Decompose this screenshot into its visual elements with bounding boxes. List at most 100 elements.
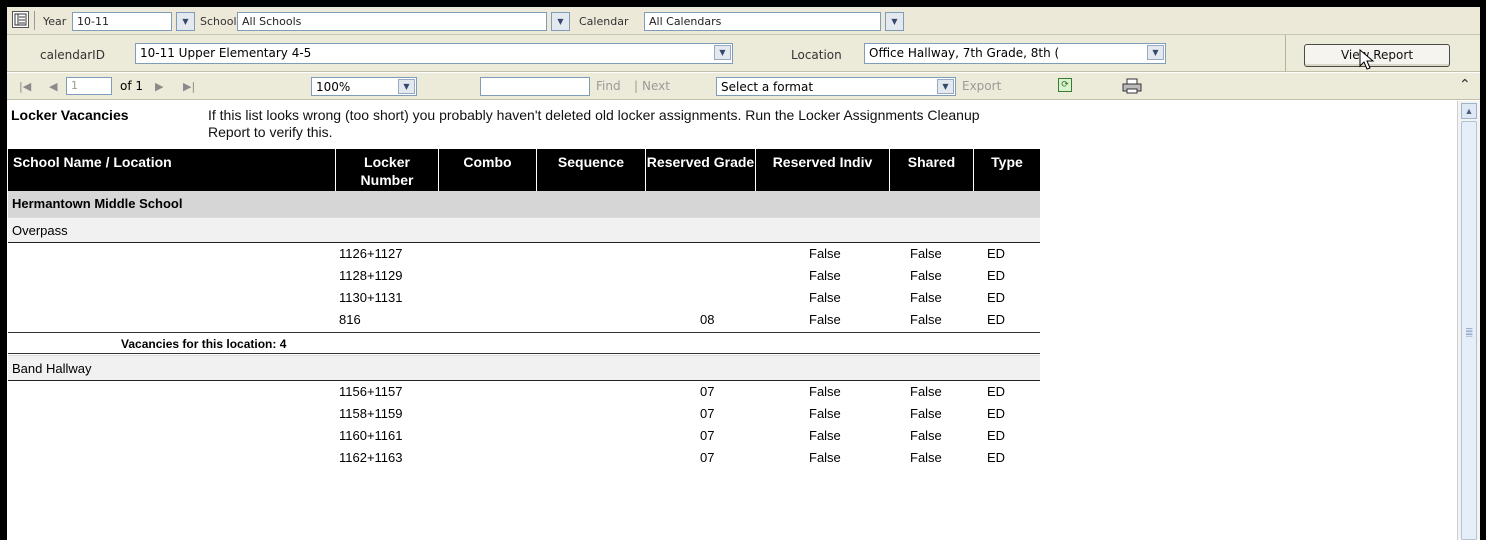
location-vacancy-total: Vacancies for this location: 4	[8, 332, 1040, 354]
col-shared: Shared	[890, 149, 974, 191]
reserved-indiv-cell: False	[809, 268, 841, 283]
location-value: Office Hallway, 7th Grade, 8th (	[869, 46, 1060, 60]
find-link[interactable]: Find	[596, 79, 621, 93]
report-viewer-window: Year 10-11 ▼ School All Schools ▼ Calend…	[7, 7, 1480, 540]
school-dropdown-icon[interactable]: ▼	[551, 12, 570, 31]
previous-page-icon[interactable]: ◀	[49, 80, 57, 93]
calendar-value: All Calendars	[649, 15, 722, 28]
location-group-row: Band Hallway	[8, 355, 1040, 381]
table-row: 1126+1127 False False ED	[8, 243, 1040, 265]
type-cell: ED	[987, 312, 1006, 327]
school-group-row: Hermantown Middle School	[8, 191, 1040, 217]
collapse-toolbar-icon[interactable]: ⌃	[1459, 77, 1471, 93]
locker-number-cell: 1128+1129	[339, 268, 403, 283]
reserved-indiv-cell: False	[809, 428, 841, 443]
calendarid-dropdown-icon[interactable]: ▼	[714, 45, 731, 60]
table-row: 1128+1129 False False ED	[8, 265, 1040, 287]
report-toolbar: |◀ ◀ 1 of 1 ▶ ▶| 100% ▼ Find | Next Sele…	[7, 73, 1480, 100]
export-link[interactable]: Export	[962, 79, 1001, 93]
type-cell: ED	[987, 428, 1006, 443]
year-value: 10-11	[77, 15, 109, 28]
reserved-indiv-cell: False	[809, 290, 841, 305]
type-cell: ED	[987, 246, 1006, 261]
find-separator: |	[634, 79, 639, 93]
table-row: 816 08 False False ED	[8, 309, 1040, 331]
calendar-dropdown-icon[interactable]: ▼	[885, 12, 904, 31]
calendar-label: Calendar	[579, 15, 629, 28]
calendarid-label: calendarID	[40, 48, 105, 62]
shared-cell: False	[910, 428, 942, 443]
next-page-icon[interactable]: ▶	[155, 80, 163, 93]
location-select[interactable]: Office Hallway, 7th Grade, 8th ( ▼	[864, 43, 1166, 64]
report-note: If this list looks wrong (too short) you…	[208, 107, 980, 140]
shared-cell: False	[910, 290, 942, 305]
mouse-cursor-icon	[1359, 49, 1375, 70]
toggle-parameters-icon[interactable]	[12, 11, 29, 28]
zoom-value: 100%	[316, 80, 351, 94]
type-cell: ED	[987, 406, 1006, 421]
reserved-indiv-cell: False	[809, 450, 841, 465]
print-icon[interactable]	[1122, 78, 1142, 94]
scroll-grip-icon: ═ ═ ═	[1466, 324, 1473, 340]
first-page-icon[interactable]: |◀	[19, 80, 31, 93]
calendar-select[interactable]: All Calendars	[644, 12, 881, 31]
year-label: Year	[43, 15, 67, 28]
export-format-select[interactable]: Select a format ▼	[716, 77, 956, 96]
school-select[interactable]: All Schools	[237, 12, 547, 31]
next-link[interactable]: Next	[642, 79, 670, 93]
zoom-select[interactable]: 100% ▼	[311, 77, 417, 96]
shared-cell: False	[910, 268, 942, 283]
scrollbar-thumb[interactable]: ═ ═ ═	[1461, 121, 1477, 540]
type-cell: ED	[987, 290, 1006, 305]
locker-number-cell: 1162+1163	[339, 450, 403, 465]
export-format-dropdown-icon[interactable]: ▼	[937, 79, 954, 94]
page-number-input[interactable]: 1	[66, 77, 112, 95]
col-type: Type	[991, 154, 1023, 170]
locker-number-cell: 1126+1127	[339, 246, 403, 261]
scroll-up-icon[interactable]: ▲	[1461, 103, 1477, 119]
locker-number-cell: 1160+1161	[339, 428, 403, 443]
reserved-grade-cell: 07	[700, 406, 715, 421]
last-page-icon[interactable]: ▶|	[183, 80, 195, 93]
year-dropdown-icon[interactable]: ▼	[176, 12, 195, 31]
shared-cell: False	[910, 246, 942, 261]
reserved-indiv-cell: False	[809, 312, 841, 327]
type-cell: ED	[987, 450, 1006, 465]
vertical-scrollbar[interactable]: ▲ ═ ═ ═	[1457, 101, 1480, 540]
zoom-dropdown-icon[interactable]: ▼	[398, 79, 415, 94]
shared-cell: False	[910, 406, 942, 421]
type-cell: ED	[987, 384, 1006, 399]
calendarid-select[interactable]: 10-11 Upper Elementary 4-5 ▼	[135, 43, 733, 64]
reserved-indiv-cell: False	[809, 246, 841, 261]
table-row: 1156+1157 07 False False ED	[8, 381, 1040, 403]
find-input[interactable]	[480, 77, 590, 96]
col-reserved-indiv: Reserved Indiv	[756, 149, 890, 191]
divider	[34, 11, 35, 30]
locker-number-cell: 816	[339, 312, 361, 327]
reserved-indiv-cell: False	[809, 384, 841, 399]
col-sequence: Sequence	[537, 149, 646, 191]
locker-number-cell: 1156+1157	[339, 384, 403, 399]
locker-number-cell: 1158+1159	[339, 406, 403, 421]
param-divider	[1285, 35, 1286, 72]
school-value: All Schools	[242, 15, 302, 28]
reserved-grade-cell: 07	[700, 428, 715, 443]
reserved-grade-cell: 07	[700, 450, 715, 465]
location-dropdown-icon[interactable]: ▼	[1147, 45, 1164, 60]
school-label: School	[200, 15, 237, 28]
view-report-button[interactable]: View Report	[1304, 44, 1450, 67]
type-cell: ED	[987, 268, 1006, 283]
year-select[interactable]: 10-11	[72, 12, 172, 31]
reserved-grade-cell: 08	[700, 312, 715, 327]
filter-bar: Year 10-11 ▼ School All Schools ▼ Calend…	[7, 7, 1480, 35]
table-row: 1160+1161 07 False False ED	[8, 425, 1040, 447]
location-label: Location	[791, 48, 842, 62]
shared-cell: False	[910, 384, 942, 399]
export-format-value: Select a format	[721, 80, 814, 94]
col-locker-number: Locker Number	[336, 149, 439, 191]
refresh-icon[interactable]: ⟳	[1058, 78, 1072, 92]
table-row: 1130+1131 False False ED	[8, 287, 1040, 309]
report-title: Locker Vacancies	[11, 107, 129, 123]
locker-number-cell: 1130+1131	[339, 290, 403, 305]
page-count: of 1	[120, 79, 144, 93]
